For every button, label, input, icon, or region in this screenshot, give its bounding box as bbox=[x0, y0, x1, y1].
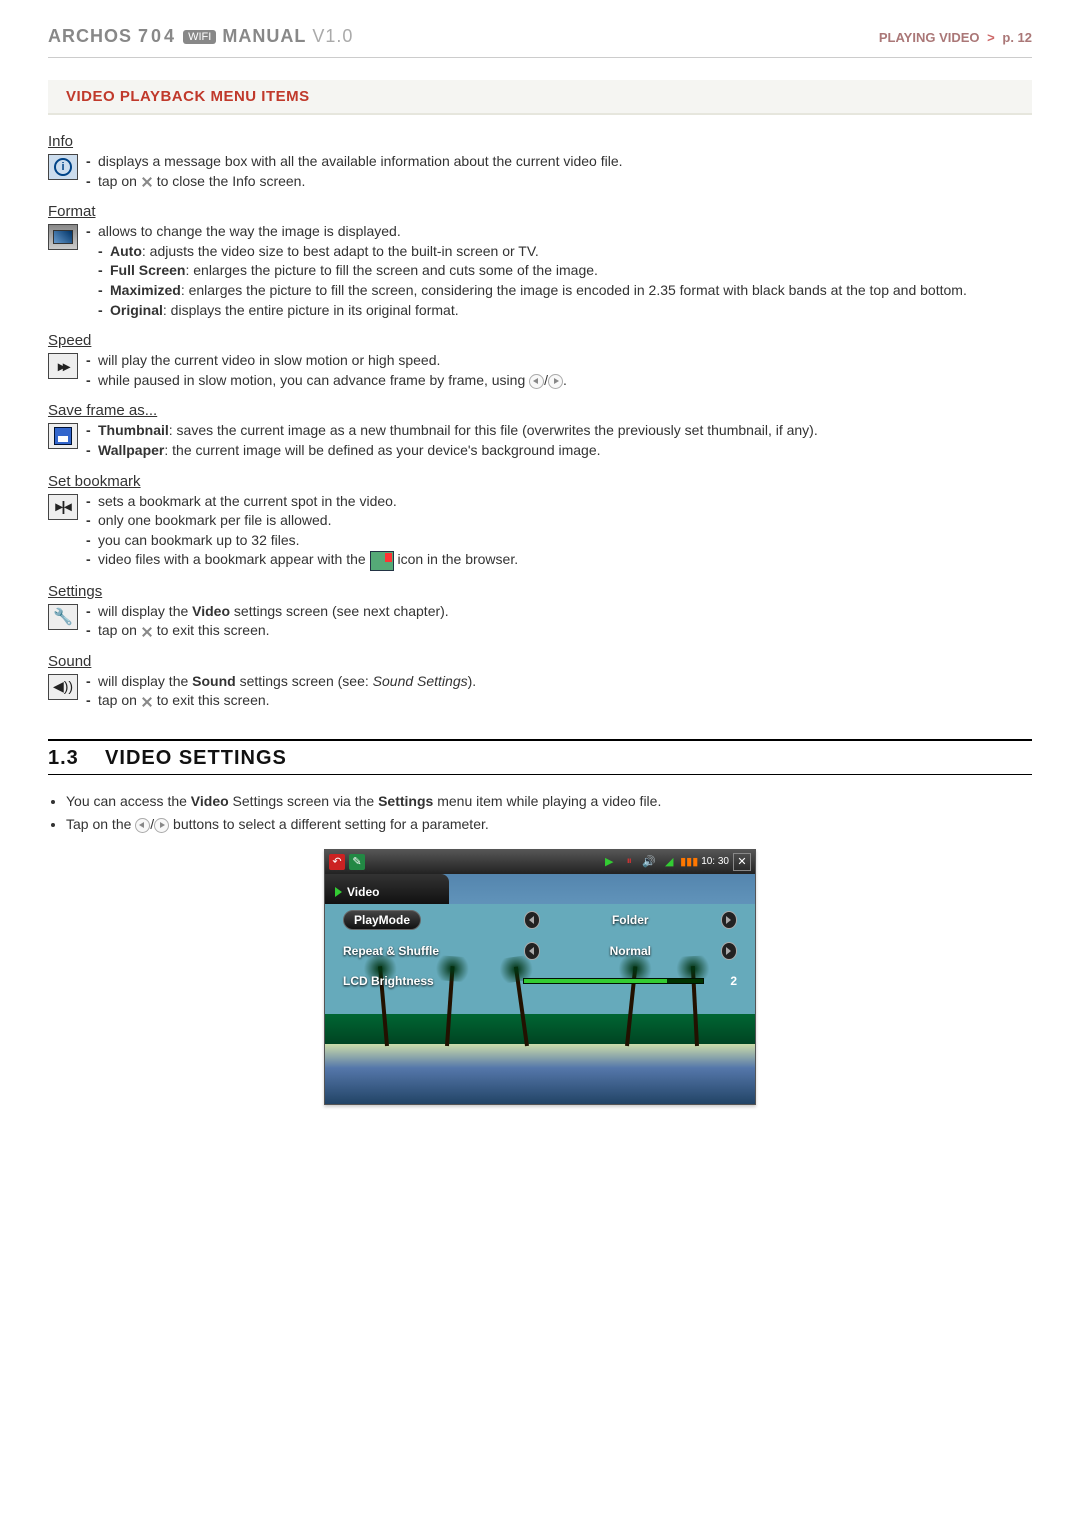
brightness-slider[interactable] bbox=[523, 978, 704, 984]
divider bbox=[48, 739, 1032, 741]
tab-bar: Video bbox=[325, 874, 755, 904]
divider bbox=[48, 774, 1032, 775]
menu-item-set-bookmark: Set bookmark ▸|◂ sets a bookmark at the … bbox=[48, 473, 1032, 571]
wifi-badge: WIFI bbox=[183, 30, 216, 44]
header-breadcrumb: PLAYING VIDEO > p. 12 bbox=[879, 30, 1032, 45]
wrench-icon: 🔧 bbox=[48, 604, 78, 630]
signal-icon: ◢ bbox=[661, 854, 677, 870]
circle-left-icon bbox=[135, 818, 150, 833]
pause-icon[interactable]: ⏸ bbox=[621, 854, 637, 870]
menu-item-format: Format allows to change the way the imag… bbox=[48, 203, 1032, 320]
menu-text: tap on to exit this screen. bbox=[86, 691, 1032, 711]
battery-icon: ▮▮▮ bbox=[681, 854, 697, 870]
tool-icon[interactable]: ✎ bbox=[349, 854, 365, 870]
menu-item-title: Set bookmark bbox=[48, 473, 141, 490]
close-icon bbox=[141, 626, 153, 638]
intro-bullets: You can access the Video Settings screen… bbox=[66, 791, 1032, 835]
section-banner-title: VIDEO PLAYBACK MENU ITEMS bbox=[66, 88, 1014, 105]
menu-text: will display the Video settings screen (… bbox=[86, 602, 1032, 622]
menu-text: Full Screen: enlarges the picture to fil… bbox=[86, 261, 1032, 281]
brightness-value: 2 bbox=[730, 974, 737, 988]
menu-text: Wallpaper: the current image will be def… bbox=[86, 441, 1032, 461]
menu-text: will display the Sound settings screen (… bbox=[86, 672, 1032, 692]
arrow-right-button[interactable] bbox=[721, 942, 737, 960]
close-icon bbox=[141, 696, 153, 708]
menu-item-title: Speed bbox=[48, 332, 91, 349]
menu-item-settings: Settings 🔧 will display the Video settin… bbox=[48, 583, 1032, 641]
section-label: PLAYING VIDEO bbox=[879, 30, 980, 45]
repeat-label: Repeat & Shuffle bbox=[343, 944, 439, 958]
menu-text: tap on to close the Info screen. bbox=[86, 172, 1032, 192]
menu-text: you can bookmark up to 32 files. bbox=[86, 531, 1032, 551]
manual-label: MANUAL bbox=[222, 26, 306, 46]
menu-text: video files with a bookmark appear with … bbox=[86, 550, 1032, 570]
back-icon[interactable]: ↶ bbox=[329, 854, 345, 870]
menu-text: Original: displays the entire picture in… bbox=[86, 301, 1032, 321]
menu-item-save-frame: Save frame as... Thumbnail: saves the cu… bbox=[48, 402, 1032, 460]
model-number: 704 bbox=[138, 26, 177, 46]
version-label: V1.0 bbox=[312, 26, 353, 46]
menu-text: displays a message box with all the avai… bbox=[86, 152, 1032, 172]
section-number: 1.3 bbox=[48, 747, 79, 769]
playmode-value: Folder bbox=[600, 913, 660, 927]
speaker-icon: ◀)) bbox=[48, 674, 78, 700]
info-icon: i bbox=[48, 154, 78, 180]
section-banner: VIDEO PLAYBACK MENU ITEMS bbox=[48, 80, 1032, 115]
menu-item-title: Settings bbox=[48, 583, 102, 600]
circle-right-icon bbox=[154, 818, 169, 833]
menu-item-title: Sound bbox=[48, 653, 91, 670]
chevron-right-icon: > bbox=[987, 30, 995, 45]
circle-left-icon bbox=[529, 374, 544, 389]
tab-video[interactable]: Video bbox=[325, 874, 449, 904]
menu-item-speed: Speed ▸▸ will play the current video in … bbox=[48, 332, 1032, 390]
fast-forward-icon: ▸▸ bbox=[48, 353, 78, 379]
tab-label: Video bbox=[347, 885, 379, 899]
setting-row-repeat: Repeat & Shuffle Normal bbox=[325, 936, 755, 966]
brand-line: ARCHOS 704 WIFI MANUAL V1.0 bbox=[48, 26, 353, 47]
menu-text: tap on to exit this screen. bbox=[86, 621, 1032, 641]
section-heading: 1.3 VIDEO SETTINGS bbox=[48, 747, 1032, 770]
brightness-label: LCD Brightness bbox=[343, 974, 503, 988]
page-header: ARCHOS 704 WIFI MANUAL V1.0 PLAYING VIDE… bbox=[48, 20, 1032, 58]
save-icon bbox=[48, 423, 78, 449]
play-icon[interactable]: ▶ bbox=[601, 854, 617, 870]
video-settings-screenshot: ↶ ✎ ▶ ⏸ 🔊 ◢ ▮▮▮ 10: 30 ✕ Video bbox=[324, 849, 756, 1105]
repeat-value: Normal bbox=[600, 944, 660, 958]
setting-row-brightness: LCD Brightness 2 bbox=[325, 966, 755, 996]
arrow-left-button[interactable] bbox=[524, 942, 540, 960]
menu-item-info: Info i displays a message box with all t… bbox=[48, 133, 1032, 191]
format-icon bbox=[48, 224, 78, 250]
menu-text: while paused in slow motion, you can adv… bbox=[86, 371, 1032, 391]
section-title: VIDEO SETTINGS bbox=[105, 747, 287, 769]
setting-row-playmode: PlayMode Folder bbox=[325, 904, 755, 936]
bookmark-icon: ▸|◂ bbox=[48, 494, 78, 520]
bullet-item: Tap on the / buttons to select a differe… bbox=[66, 814, 1032, 835]
menu-item-sound: Sound ◀)) will display the Sound setting… bbox=[48, 653, 1032, 711]
menu-text: will play the current video in slow moti… bbox=[86, 351, 1032, 371]
circle-right-icon bbox=[548, 374, 563, 389]
menu-text: Auto: adjusts the video size to best ada… bbox=[86, 242, 1032, 262]
menu-item-title: Format bbox=[48, 203, 96, 220]
play-triangle-icon bbox=[335, 887, 342, 897]
bookmark-file-icon bbox=[370, 551, 394, 571]
menu-text: only one bookmark per file is allowed. bbox=[86, 511, 1032, 531]
menu-text: sets a bookmark at the current spot in t… bbox=[86, 492, 1032, 512]
brand-name: ARCHOS bbox=[48, 26, 132, 46]
menu-text: Maximized: enlarges the picture to fill … bbox=[86, 281, 1032, 301]
page-number: p. 12 bbox=[1002, 30, 1032, 45]
speaker-icon[interactable]: 🔊 bbox=[641, 854, 657, 870]
menu-item-title: Save frame as... bbox=[48, 402, 157, 419]
close-icon[interactable]: ✕ bbox=[733, 853, 751, 871]
playmode-label[interactable]: PlayMode bbox=[343, 910, 421, 930]
settings-body: PlayMode Folder Repeat & Shuffle Normal bbox=[325, 904, 755, 1104]
bullet-item: You can access the Video Settings screen… bbox=[66, 791, 1032, 812]
arrow-right-button[interactable] bbox=[721, 911, 737, 929]
status-bar: ↶ ✎ ▶ ⏸ 🔊 ◢ ▮▮▮ 10: 30 ✕ bbox=[325, 850, 755, 874]
close-icon bbox=[141, 176, 153, 188]
menu-text: allows to change the way the image is di… bbox=[86, 222, 1032, 242]
menu-item-title: Info bbox=[48, 133, 73, 150]
menu-text: Thumbnail: saves the current image as a … bbox=[86, 421, 1032, 441]
clock: 10: 30 bbox=[701, 856, 729, 867]
arrow-left-button[interactable] bbox=[524, 911, 540, 929]
